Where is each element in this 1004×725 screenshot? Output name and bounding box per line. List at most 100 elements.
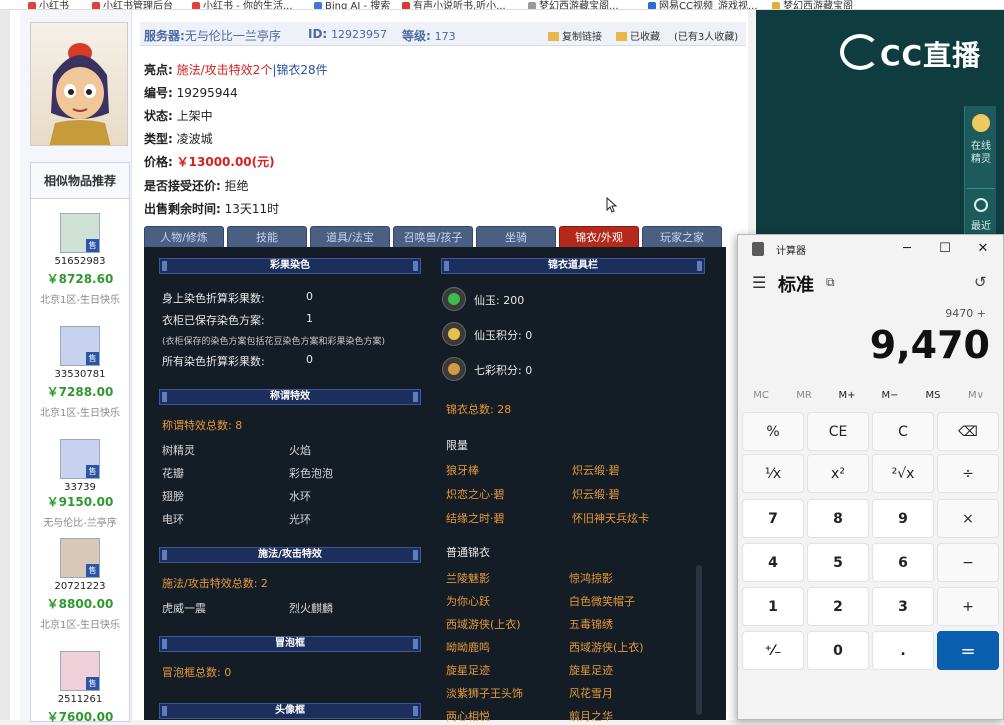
digit-7-key[interactable]: 7 (742, 499, 804, 538)
add-key[interactable]: + (937, 587, 999, 626)
minimize-button[interactable]: ─ (896, 239, 918, 259)
bookmark-item[interactable]: Bing AI - 搜索 (314, 0, 390, 9)
tab-mounts[interactable]: 坐骑 (476, 226, 556, 247)
multiply-key[interactable]: × (937, 499, 999, 538)
subtract-key[interactable]: − (937, 543, 999, 582)
history-icon[interactable]: ↺ (974, 273, 987, 291)
normal-outfit[interactable]: 旋星足迹 (569, 662, 613, 678)
tab-outfits[interactable]: 锦衣/外观 (559, 226, 639, 247)
normal-outfit[interactable]: 兰陵魅影 (446, 570, 490, 586)
bookmark-label: 梦幻西游藏宝阁... (539, 1, 619, 10)
bookmark-item[interactable]: 梦幻西游藏宝阁... (528, 0, 619, 10)
digit-0-key[interactable]: 0 (807, 631, 869, 670)
tab-skills[interactable]: 技能 (227, 226, 307, 247)
close-button[interactable]: ✕ (972, 239, 994, 259)
normal-outfit[interactable]: 两心相悦 (446, 708, 490, 724)
bookmark-item[interactable]: 梦幻西游藏宝阁 (772, 0, 853, 9)
memory-list-button[interactable]: M∨ (955, 390, 997, 401)
tab-items[interactable]: 道具/法宝 (310, 226, 390, 247)
normal-outfit[interactable]: 淡紫狮子王头饰 (446, 685, 523, 701)
similar-item-price: ￥8800.00 (46, 597, 114, 611)
normal-outfit[interactable]: 呦呦鹿鸣 (446, 639, 490, 655)
clear-entry-key[interactable]: CE (807, 412, 869, 451)
normal-outfit[interactable]: 旋星足迹 (446, 662, 490, 678)
bookmark-icon (402, 2, 410, 9)
bookmark-item[interactable]: 小红书管理后台 (92, 0, 173, 9)
online-sprite-button[interactable]: 在线精灵 (965, 140, 997, 180)
memory-clear-button[interactable]: MC (740, 390, 782, 401)
maximize-button[interactable]: ☐ (934, 239, 956, 259)
keep-on-top-icon[interactable]: ⧉ (826, 275, 835, 290)
bookmark-item[interactable]: 小红书 (28, 0, 69, 10)
negate-key[interactable]: ⁺⁄₋ (742, 631, 804, 670)
similar-item-avatar[interactable]: 售 (60, 651, 100, 691)
digit-2-key[interactable]: 2 (807, 587, 869, 626)
tab-character[interactable]: 人物/修炼 (144, 226, 224, 247)
similar-item-price: ￥7600.00 (46, 710, 114, 724)
square-key[interactable]: x² (807, 454, 869, 493)
bookmark-label: 小红书 (39, 1, 69, 10)
normal-outfit[interactable]: 白色微笑帽子 (569, 593, 635, 609)
memory-store-button[interactable]: MS (912, 390, 954, 401)
tab-home[interactable]: 玩家之家 (642, 226, 722, 247)
backspace-key[interactable]: ⌫ (937, 412, 999, 451)
similar-item[interactable]: 售 33739 ￥9150.00 无与伦比-兰亭序 (31, 439, 129, 529)
limited-outfit[interactable]: 结缘之时·碧 (446, 510, 505, 526)
digit-9-key[interactable]: 9 (872, 499, 934, 538)
decimal-key[interactable]: . (872, 631, 934, 670)
digit-5-key[interactable]: 5 (807, 543, 869, 582)
similar-item-avatar[interactable]: 售 (60, 213, 100, 253)
digit-8-key[interactable]: 8 (807, 499, 869, 538)
reciprocal-key[interactable]: ¹⁄x (742, 454, 804, 493)
outfit-list-scrollbar[interactable] (696, 565, 702, 715)
digit-1-key[interactable]: 1 (742, 587, 804, 626)
memory-add-button[interactable]: M+ (826, 390, 868, 401)
title-effect: 电环 (162, 513, 184, 526)
equals-key[interactable]: = (937, 631, 999, 670)
menu-hamburger-icon[interactable]: ☰ (752, 273, 766, 292)
normal-outfit[interactable]: 风花雪月 (569, 685, 613, 701)
tab-pets[interactable]: 召唤兽/孩子 (393, 226, 473, 247)
square-root-key[interactable]: ²√x (872, 454, 934, 493)
similar-item[interactable]: 售 51652983 ￥8728.60 北京1区-生日快乐 (31, 213, 129, 306)
similar-item[interactable]: 售 2511261 ￥7600.00 (31, 651, 129, 725)
favorite-button[interactable]: 已收藏 (616, 28, 660, 43)
online-sprite-icon[interactable] (972, 114, 990, 132)
similar-item-avatar[interactable]: 售 (60, 326, 100, 366)
memory-subtract-button[interactable]: M− (869, 390, 911, 401)
calculator-titlebar[interactable]: 计算器 ─ ☐ ✕ (738, 235, 1003, 263)
normal-outfit[interactable]: 翦月之华 (569, 708, 613, 724)
calculator-window: 计算器 ─ ☐ ✕ ☰ 标准 ⧉ ↺ 9470 + 9,470 MC MR M+… (737, 234, 1004, 720)
bookmark-item[interactable]: 有声小说听书,听小... (402, 0, 506, 9)
normal-outfit[interactable]: 西域游侠(上衣) (446, 616, 521, 632)
similar-item-avatar[interactable]: 售 (60, 538, 100, 578)
limited-outfit[interactable]: 怀旧神天兵炫卡 (572, 510, 649, 526)
bookmark-item[interactable]: 小红书 - 你的生活... (192, 0, 293, 9)
percent-key[interactable]: % (742, 412, 804, 451)
similar-item[interactable]: 售 20721223 ￥8800.00 北京1区-生日快乐 (31, 538, 129, 631)
normal-outfit[interactable]: 五毒锦绣 (569, 616, 613, 632)
limited-outfit[interactable]: 炽恋之心·碧 (446, 486, 505, 502)
digit-6-key[interactable]: 6 (872, 543, 934, 582)
digit-4-key[interactable]: 4 (742, 543, 804, 582)
recent-button[interactable]: 最近 (965, 220, 997, 233)
divide-key[interactable]: ÷ (937, 454, 999, 493)
calculator-app-icon (752, 242, 764, 256)
digit-3-key[interactable]: 3 (872, 587, 934, 626)
clear-key[interactable]: C (872, 412, 934, 451)
for-sale-badge: 售 (86, 352, 99, 365)
copy-link-button[interactable]: 复制链接 (548, 28, 602, 43)
normal-outfit[interactable]: 为你心跃 (446, 593, 490, 609)
bookmark-item[interactable]: 网易CC视频_游戏视... (648, 0, 758, 9)
similar-item-avatar[interactable]: 售 (60, 439, 100, 479)
limited-outfit[interactable]: 炽云缎·碧 (572, 486, 620, 502)
clock-icon[interactable] (974, 198, 988, 212)
memory-recall-button[interactable]: MR (783, 390, 825, 401)
similar-item[interactable]: 售 33530781 ￥7288.00 北京1区-生日快乐 (31, 326, 129, 419)
bookmark-icon (192, 2, 200, 9)
normal-outfit[interactable]: 西域游侠(上衣) (569, 639, 644, 655)
limited-outfit[interactable]: 炽云缎·碧 (572, 462, 620, 478)
status-label: 状态: (144, 109, 173, 123)
limited-outfit[interactable]: 狼牙棒 (446, 462, 479, 478)
normal-outfit[interactable]: 惊鸿掠影 (569, 570, 613, 586)
